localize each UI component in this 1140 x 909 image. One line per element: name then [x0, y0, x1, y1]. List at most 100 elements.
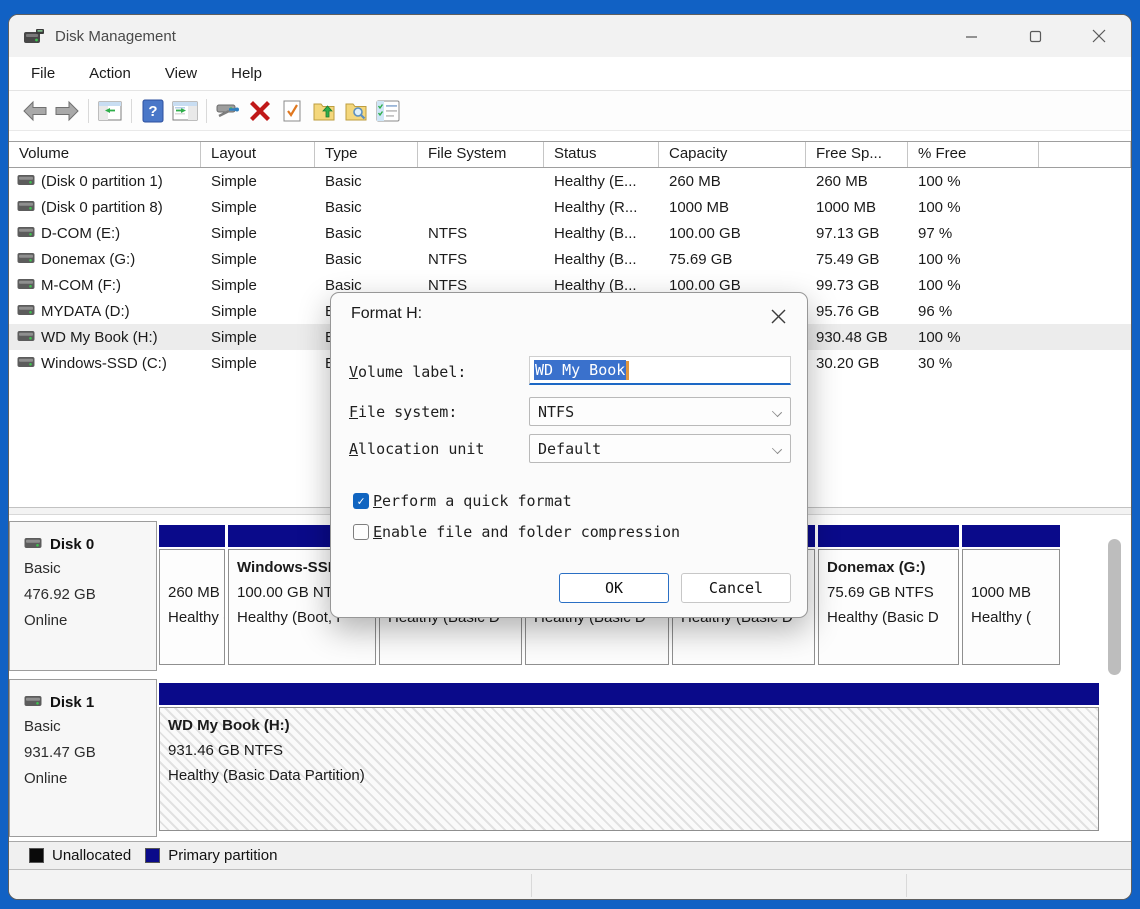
- explore-folder-icon[interactable]: [340, 96, 372, 126]
- allocation-unit-value: Default: [538, 440, 601, 458]
- volume-name-cell: (Disk 0 partition 1): [9, 173, 201, 190]
- file-system-select[interactable]: NTFS: [529, 397, 791, 426]
- column-header[interactable]: Free Sp...: [806, 142, 908, 167]
- dialog-close-icon[interactable]: [765, 303, 791, 329]
- volume-cell: Simple: [201, 303, 315, 320]
- volume-cell: 97.13 GB: [806, 225, 908, 242]
- partition[interactable]: 260 MBHealthy (E: [159, 525, 225, 665]
- legend-label: Unallocated: [52, 847, 131, 864]
- volume-cell: 100 %: [908, 329, 1039, 346]
- volume-cell: NTFS: [418, 277, 544, 294]
- column-header[interactable]: % Free: [908, 142, 1039, 167]
- volume-cell: 30.20 GB: [806, 355, 908, 372]
- quick-format-checkbox[interactable]: ✓ Perform a quick format: [353, 492, 572, 510]
- volume-label-label: Volume label:: [349, 363, 466, 381]
- volume-cell: Healthy (B...: [544, 277, 659, 294]
- volume-name-cell: MYDATA (D:): [9, 303, 201, 320]
- column-header[interactable]: File System: [418, 142, 544, 167]
- legend-swatch: [145, 848, 160, 863]
- menu-file[interactable]: File: [31, 65, 55, 82]
- volume-cell: 30 %: [908, 355, 1039, 372]
- volume-cell: 95.76 GB: [806, 303, 908, 320]
- partition-text: 931.46 GB NTFS: [168, 738, 1090, 763]
- ok-button[interactable]: OK: [559, 573, 669, 603]
- volume-cell: 100.00 GB: [659, 225, 806, 242]
- volume-cell: Healthy (B...: [544, 251, 659, 268]
- partition[interactable]: Donemax (G:)75.69 GB NTFSHealthy (Basic …: [818, 525, 959, 665]
- disk-size: 931.47 GB: [24, 740, 156, 766]
- disk-row-1: Disk 1Basic931.47 GBOnline WD My Book (H…: [9, 679, 1131, 837]
- menu-view[interactable]: View: [165, 65, 197, 82]
- app-icon: [23, 27, 45, 45]
- volume-cell: 100 %: [908, 199, 1039, 216]
- column-header[interactable]: Capacity: [659, 142, 806, 167]
- drive-tool-icon[interactable]: [212, 96, 244, 126]
- drive-icon: [17, 329, 35, 346]
- help-icon[interactable]: ?: [137, 96, 169, 126]
- column-header[interactable]: [1039, 142, 1131, 167]
- back-icon[interactable]: [19, 96, 51, 126]
- show-console-tree-icon[interactable]: [94, 96, 126, 126]
- disk-status: Online: [24, 608, 156, 634]
- volume-cell: Basic: [315, 225, 418, 242]
- partition[interactable]: 1000 MBHealthy (: [962, 525, 1060, 665]
- vertical-scrollbar[interactable]: [1108, 539, 1121, 675]
- partition-color-band: [818, 525, 959, 547]
- delete-volume-icon[interactable]: [244, 96, 276, 126]
- compression-checkbox[interactable]: Enable file and folder compression: [353, 523, 680, 541]
- close-button[interactable]: [1067, 15, 1131, 57]
- partition[interactable]: WD My Book (H:)931.46 GB NTFSHealthy (Ba…: [159, 683, 1099, 831]
- volume-cell: Healthy (R...: [544, 199, 659, 216]
- column-header[interactable]: Status: [544, 142, 659, 167]
- text-caret: [626, 361, 629, 380]
- cancel-button[interactable]: Cancel: [681, 573, 791, 603]
- menu-help[interactable]: Help: [231, 65, 262, 82]
- legend-item: Unallocated: [29, 847, 131, 864]
- file-system-value: NTFS: [538, 403, 574, 421]
- column-header[interactable]: Layout: [201, 142, 315, 167]
- format-dialog: Format H: Volume label: File system: All…: [330, 292, 808, 618]
- partition-text: [168, 555, 216, 580]
- volume-row[interactable]: (Disk 0 partition 8)SimpleBasicHealthy (…: [9, 194, 1131, 220]
- volume-cell: 100.00 GB: [659, 277, 806, 294]
- partition-text: 1000 MB: [971, 580, 1051, 605]
- disk-1-header[interactable]: Disk 1Basic931.47 GBOnline: [9, 679, 157, 837]
- volume-cell: Basic: [315, 251, 418, 268]
- partition-body: WD My Book (H:)931.46 GB NTFSHealthy (Ba…: [159, 707, 1099, 831]
- volume-name-cell: D-COM (E:): [9, 225, 201, 242]
- volume-cell: NTFS: [418, 251, 544, 268]
- volume-row[interactable]: Donemax (G:)SimpleBasicNTFSHealthy (B...…: [9, 246, 1131, 272]
- volume-cell: 260 MB: [659, 173, 806, 190]
- partition-body: 1000 MBHealthy (: [962, 549, 1060, 665]
- minimize-button[interactable]: [939, 15, 1003, 57]
- volume-cell: 75.49 GB: [806, 251, 908, 268]
- disk-0-header[interactable]: Disk 0Basic476.92 GBOnline: [9, 521, 157, 671]
- volume-label-input[interactable]: WD My Book: [529, 356, 791, 385]
- column-header[interactable]: Type: [315, 142, 418, 167]
- forward-icon[interactable]: [51, 96, 83, 126]
- volume-cell: 96 %: [908, 303, 1039, 320]
- disk-icon: [24, 694, 42, 711]
- volume-cell: 1000 MB: [806, 199, 908, 216]
- window-title: Disk Management: [55, 28, 176, 45]
- menu-action[interactable]: Action: [89, 65, 131, 82]
- volume-cell: Simple: [201, 277, 315, 294]
- volume-cell: 1000 MB: [659, 199, 806, 216]
- volume-cell: Simple: [201, 329, 315, 346]
- volume-name-cell: M-COM (F:): [9, 277, 201, 294]
- volume-cell: Simple: [201, 173, 315, 190]
- partition-text: Healthy (E: [168, 605, 216, 630]
- check-document-icon[interactable]: [276, 96, 308, 126]
- partition-color-band: [159, 525, 225, 547]
- partition-color-band: [962, 525, 1060, 547]
- column-header[interactable]: Volume: [9, 142, 201, 167]
- status-bar: [9, 869, 1131, 900]
- open-folder-icon[interactable]: [308, 96, 340, 126]
- allocation-unit-select[interactable]: Default: [529, 434, 791, 463]
- volume-row[interactable]: (Disk 0 partition 1)SimpleBasicHealthy (…: [9, 168, 1131, 194]
- volume-row[interactable]: D-COM (E:)SimpleBasicNTFSHealthy (B...10…: [9, 220, 1131, 246]
- maximize-button[interactable]: [1003, 15, 1067, 57]
- volume-cell: Simple: [201, 225, 315, 242]
- show-action-pane-icon[interactable]: [169, 96, 201, 126]
- properties-icon[interactable]: [372, 96, 404, 126]
